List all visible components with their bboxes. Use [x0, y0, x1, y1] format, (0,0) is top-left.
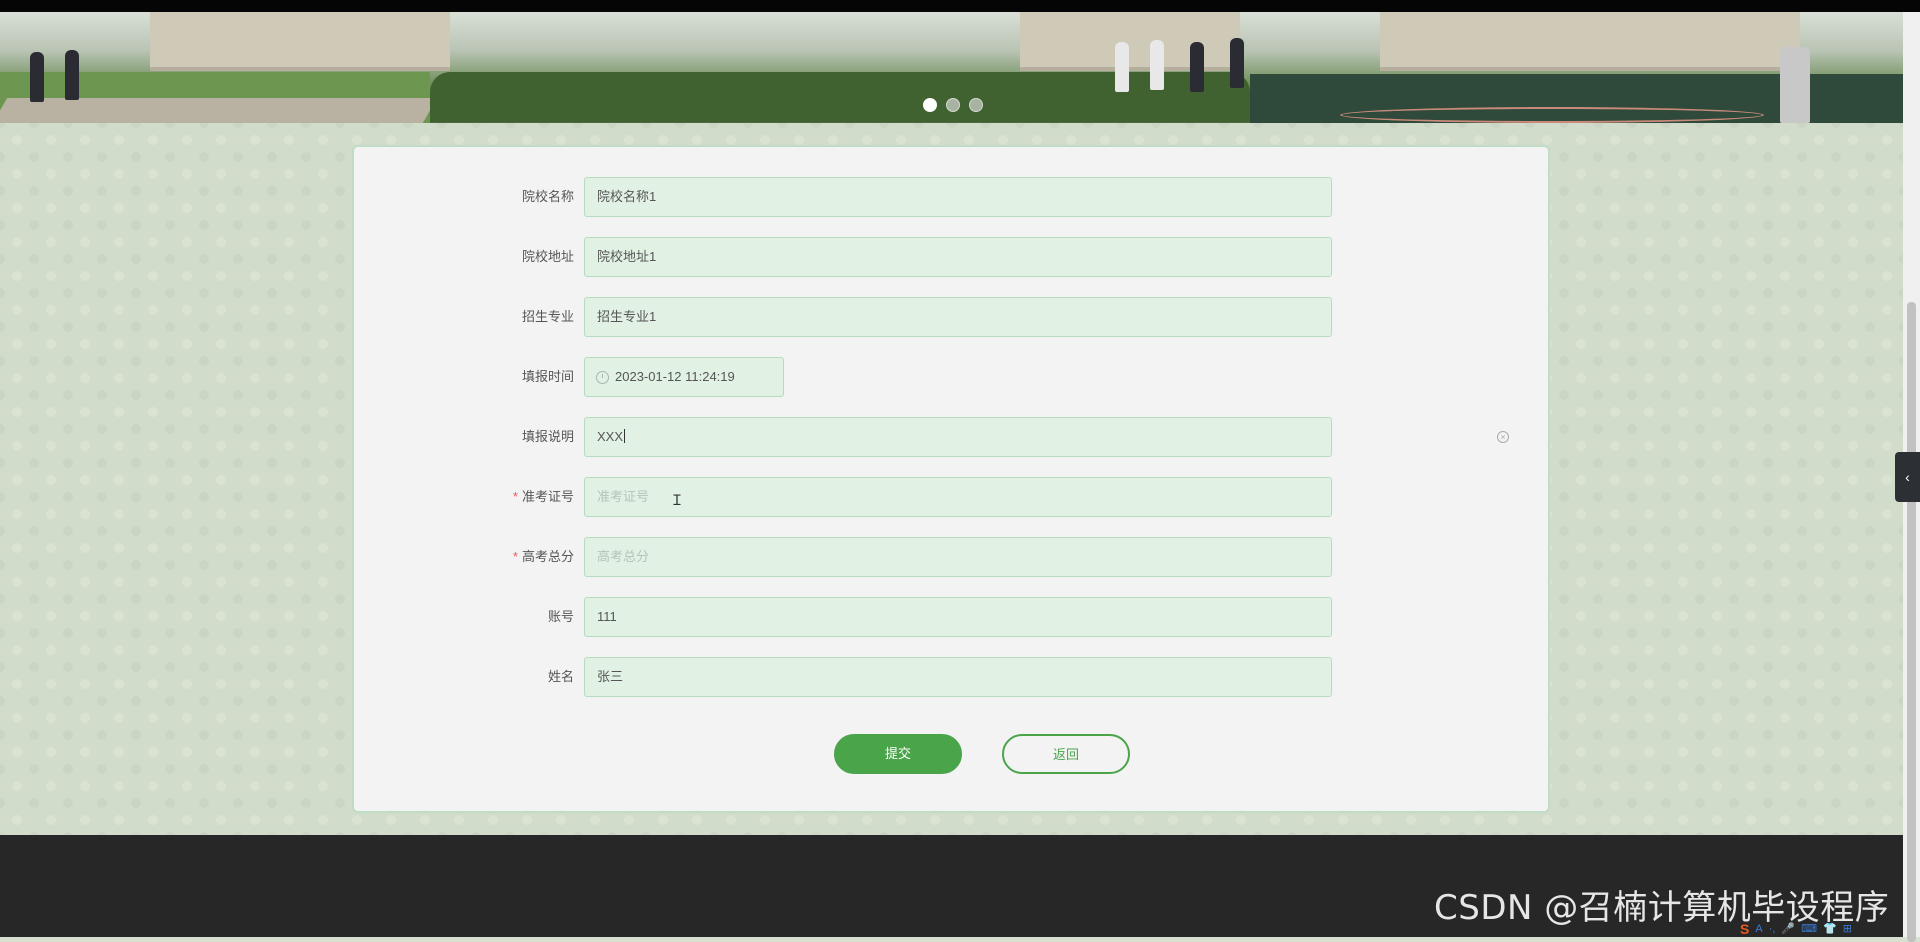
field-label: 账号	[547, 609, 574, 624]
form-row-description: 填报说明 XXX ×	[354, 417, 1552, 457]
banner-building	[1020, 12, 1240, 71]
top-bar	[0, 0, 1920, 12]
carousel-dot[interactable]	[969, 98, 983, 112]
required-mark: *	[512, 489, 518, 504]
clock-icon	[596, 371, 609, 384]
banner-person	[1150, 40, 1164, 90]
field-label: 填报说明	[521, 429, 574, 444]
fill-time-value: 2023-01-12 11:24:19	[615, 369, 735, 384]
clear-icon[interactable]: ×	[1497, 431, 1509, 443]
field-label: * 准考证号	[354, 477, 574, 517]
back-button[interactable]: 返回	[1002, 734, 1130, 774]
carousel-dot[interactable]	[946, 98, 960, 112]
banner-path	[0, 98, 438, 123]
ime-mic-icon[interactable]: 🎤	[1781, 922, 1795, 935]
field-label: 填报时间	[521, 369, 574, 384]
banner-person	[65, 50, 79, 100]
major-input[interactable]: 招生专业1	[584, 297, 1332, 337]
banner-building	[150, 12, 450, 71]
ime-skin-icon[interactable]: 👕	[1823, 922, 1837, 935]
banner-person	[1780, 47, 1810, 123]
text-caret	[624, 429, 626, 443]
field-label-text: 高考总分	[521, 549, 574, 564]
chevron-left-icon: ‹	[1905, 469, 1910, 485]
form-row-fill-time: 填报时间 2023-01-12 11:24:19	[354, 357, 1552, 397]
banner-person	[1115, 42, 1129, 92]
account-input[interactable]: 111	[584, 597, 1332, 637]
ime-item[interactable]: ·,	[1769, 923, 1776, 935]
ime-logo-icon[interactable]: S	[1740, 921, 1749, 937]
name-input[interactable]: 张三	[584, 657, 1332, 697]
mouse-ibeam-icon: Ｉ	[670, 492, 684, 508]
total-score-input[interactable]: 高考总分	[584, 537, 1332, 577]
school-name-input[interactable]: 院校名称1	[584, 177, 1332, 217]
form-row-exam-number: * 准考证号 准考证号 Ｉ	[354, 477, 1552, 517]
form-row-account: 账号 111	[354, 597, 1552, 637]
banner-court-line	[1340, 107, 1764, 123]
banner-person	[30, 52, 44, 102]
field-label: * 高考总分	[354, 537, 574, 577]
required-mark: *	[512, 549, 518, 564]
description-input[interactable]: XXX	[584, 417, 1332, 457]
form-row-school-name: 院校名称 院校名称1	[354, 177, 1552, 217]
carousel-dots	[923, 98, 983, 112]
form-row-school-address: 院校地址 院校地址1	[354, 237, 1552, 277]
fill-time-picker[interactable]: 2023-01-12 11:24:19	[584, 357, 784, 397]
ime-toolbar: S A ·, 🎤 ⌨ 👕 ⊞	[1740, 920, 1920, 937]
application-form: 院校名称 院校名称1 院校地址 院校地址1 招生专业 招生专业1 填报时间 20…	[352, 145, 1550, 813]
school-address-input[interactable]: 院校地址1	[584, 237, 1332, 277]
carousel-dot[interactable]	[923, 98, 937, 112]
banner-person	[1230, 38, 1244, 88]
ime-item[interactable]: A	[1755, 923, 1762, 935]
field-label: 院校名称	[521, 189, 574, 204]
submit-button[interactable]: 提交	[834, 734, 962, 774]
banner-building	[1380, 12, 1800, 71]
exam-number-input[interactable]: 准考证号	[584, 477, 1332, 517]
ime-keyboard-icon[interactable]: ⌨	[1801, 922, 1817, 935]
form-row-total-score: * 高考总分 高考总分	[354, 537, 1552, 577]
form-row-name: 姓名 张三	[354, 657, 1552, 697]
banner-person	[1190, 42, 1204, 92]
description-value: XXX	[597, 429, 624, 444]
field-label: 院校地址	[521, 249, 574, 264]
side-panel-toggle[interactable]: ‹	[1895, 452, 1920, 502]
ime-grid-icon[interactable]: ⊞	[1843, 922, 1852, 935]
form-row-major: 招生专业 招生专业1	[354, 297, 1552, 337]
field-label: 姓名	[547, 669, 574, 684]
field-label-text: 准考证号	[521, 489, 574, 504]
scrollbar-thumb[interactable]	[1907, 302, 1916, 942]
field-label: 招生专业	[521, 309, 574, 324]
